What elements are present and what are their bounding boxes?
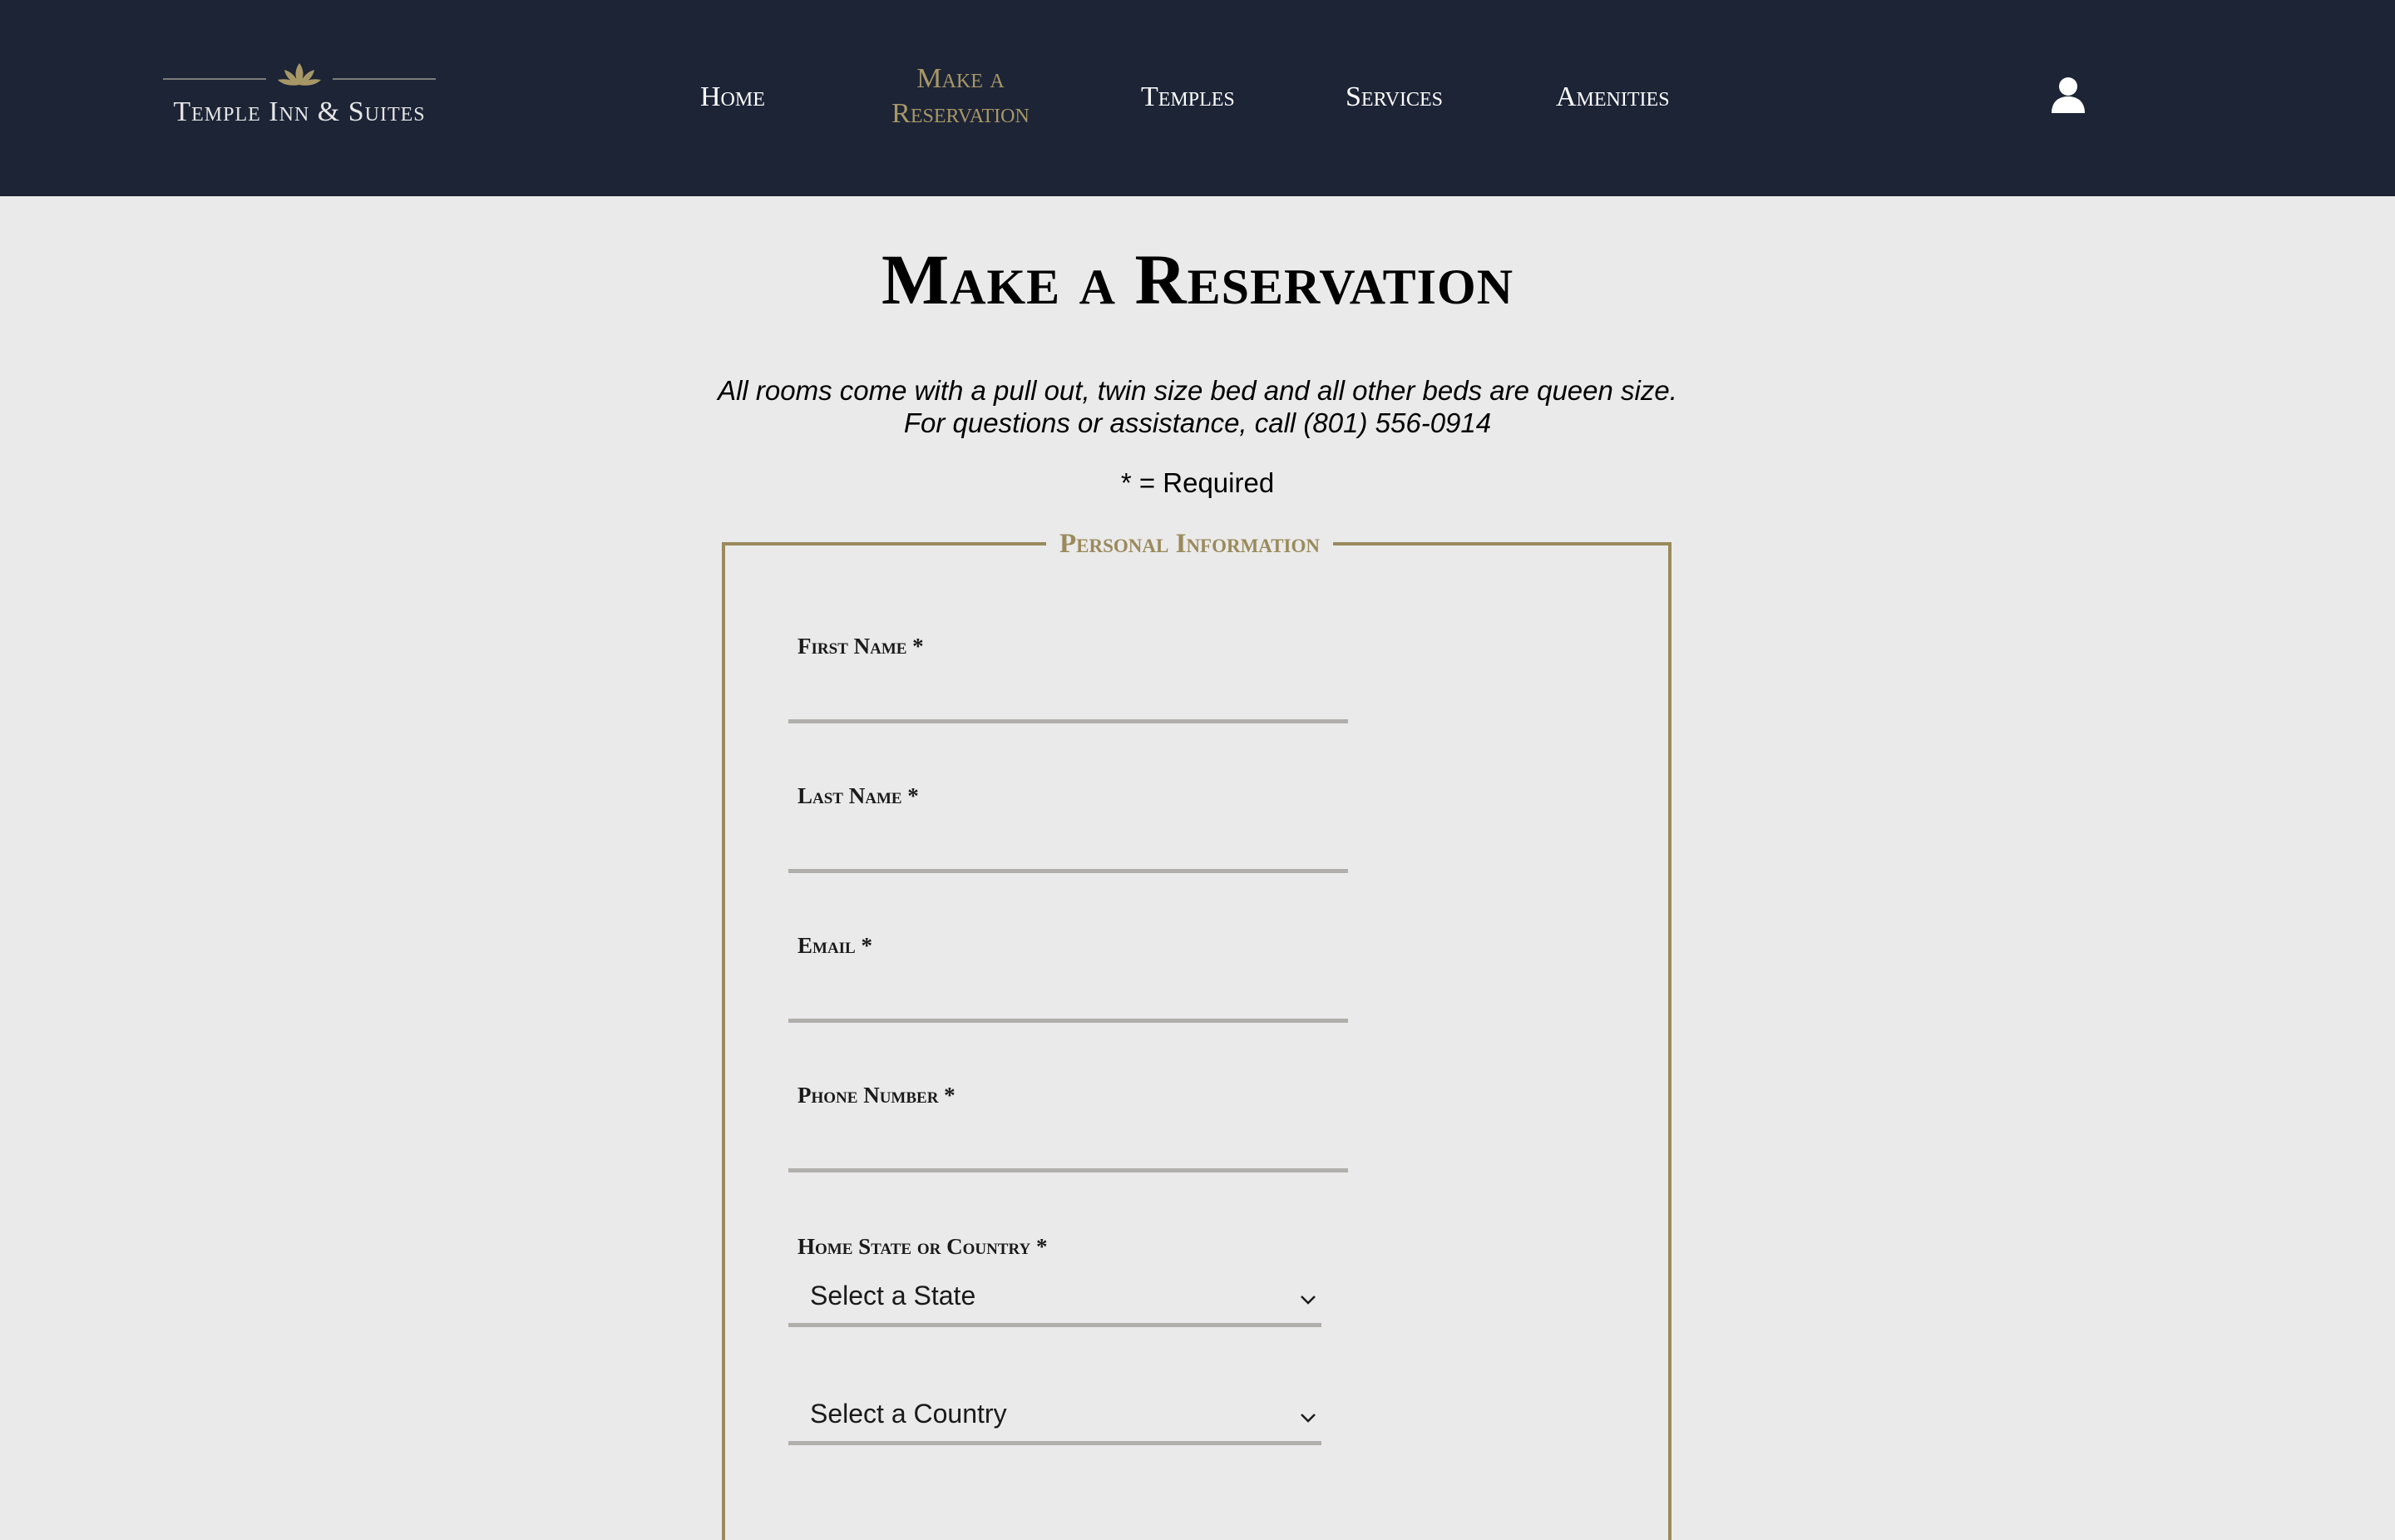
nav-make-reservation[interactable]: Make a Reservation [858,62,1063,131]
country-select[interactable]: Select a Country [788,1394,1321,1445]
logo-text: Temple Inn & Suites [173,96,426,127]
first-name-input[interactable] [788,687,1348,723]
intro-text: All rooms come with a pull out, twin siz… [0,374,2395,439]
intro-line-1: All rooms come with a pull out, twin siz… [718,375,1677,406]
page-title: Make a Reservation [881,239,1514,319]
last-name-label: Last Name * [798,783,919,808]
state-select[interactable]: Select a State [788,1276,1321,1327]
home-location-label: Home State or Country * [798,1234,1048,1259]
first-name-label: First Name * [798,634,924,659]
nav-services[interactable]: Services [1346,80,1443,115]
phone-input[interactable] [788,1136,1348,1172]
chevron-down-icon [1301,1296,1316,1305]
email-input[interactable] [788,986,1348,1023]
intro-line-2: For questions or assistance, call (801) … [903,407,1492,438]
country-select-value: Select a Country [810,1399,1007,1429]
lotus-icon [278,63,321,86]
state-select-value: Select a State [810,1281,976,1310]
site-header: Temple Inn & Suites Home Make a Reservat… [0,0,2395,196]
email-label: Email * [798,933,872,958]
fieldset-legend: Personal Information [1046,526,1334,562]
chevron-down-icon [1301,1414,1316,1423]
required-note: * = Required [1120,467,1275,498]
nav-home[interactable]: Home [700,80,765,115]
nav-amenities[interactable]: Amenities [1556,80,1670,115]
site-logo[interactable]: Temple Inn & Suites [150,62,449,133]
user-icon[interactable] [2051,77,2086,113]
last-name-input[interactable] [788,837,1348,873]
logo-ornament [163,62,436,86]
phone-label: Phone Number * [798,1083,956,1108]
nav-temples[interactable]: Temples [1141,80,1235,115]
